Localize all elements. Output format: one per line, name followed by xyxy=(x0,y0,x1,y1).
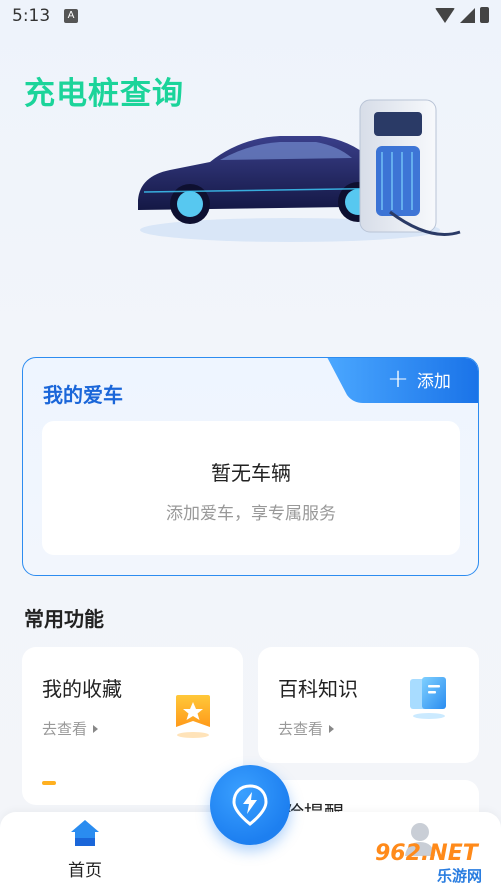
favorites-title: 我的收藏 xyxy=(42,677,122,701)
my-car-title: 我的爱车 xyxy=(43,383,123,407)
decor-dash xyxy=(42,781,56,785)
add-car-button[interactable]: + 添加 xyxy=(359,358,478,401)
charging-location-button[interactable] xyxy=(210,765,290,845)
encyclopedia-title: 百科知识 xyxy=(278,677,358,701)
battery-icon xyxy=(480,7,489,23)
triangle-right-icon xyxy=(93,724,99,733)
status-time: 5:13 xyxy=(12,6,51,26)
watermark-sub: 乐游网 xyxy=(437,867,483,885)
status-icons xyxy=(435,7,489,23)
favorite-star-icon xyxy=(176,695,210,738)
nav-home[interactable]: 首页 xyxy=(50,818,120,881)
empty-car-title: 暂无车辆 xyxy=(211,461,291,485)
plus-icon: + xyxy=(387,364,409,394)
encyclopedia-card[interactable]: 百科知识 去查看 xyxy=(258,647,479,763)
nav-home-label: 首页 xyxy=(68,861,102,881)
favorites-view-link[interactable]: 去查看 xyxy=(42,718,99,739)
encyclopedia-view-link[interactable]: 去查看 xyxy=(278,718,335,739)
favorites-view-label: 去查看 xyxy=(42,720,88,738)
triangle-right-icon xyxy=(329,724,335,733)
empty-car-box[interactable]: 暂无车辆 添加爱车，享专属服务 xyxy=(42,421,460,555)
add-car-label: 添加 xyxy=(416,371,451,392)
signal-icon xyxy=(460,7,475,23)
encyclopedia-view-label: 去查看 xyxy=(278,720,324,738)
watermark-logo: 962.NET 乐游网 xyxy=(365,838,495,888)
home-icon xyxy=(71,820,99,846)
common-functions-title: 常用功能 xyxy=(24,607,104,631)
wifi-icon xyxy=(435,7,455,23)
car-charging-illustration xyxy=(138,99,461,242)
my-car-card: 我的爱车 + 添加 暂无车辆 添加爱车，享专属服务 xyxy=(22,357,479,576)
empty-car-subtitle: 添加爱车，享专属服务 xyxy=(166,504,336,524)
charging-location-icon xyxy=(232,784,268,826)
favorites-card[interactable]: 我的收藏 去查看 xyxy=(22,647,243,805)
add-car-tab: + 添加 xyxy=(327,358,478,403)
notification-icon: A xyxy=(64,9,78,23)
watermark-brand: 962.NET xyxy=(375,841,478,866)
status-bar: 5:13 A xyxy=(0,0,501,34)
book-icon xyxy=(410,677,446,719)
